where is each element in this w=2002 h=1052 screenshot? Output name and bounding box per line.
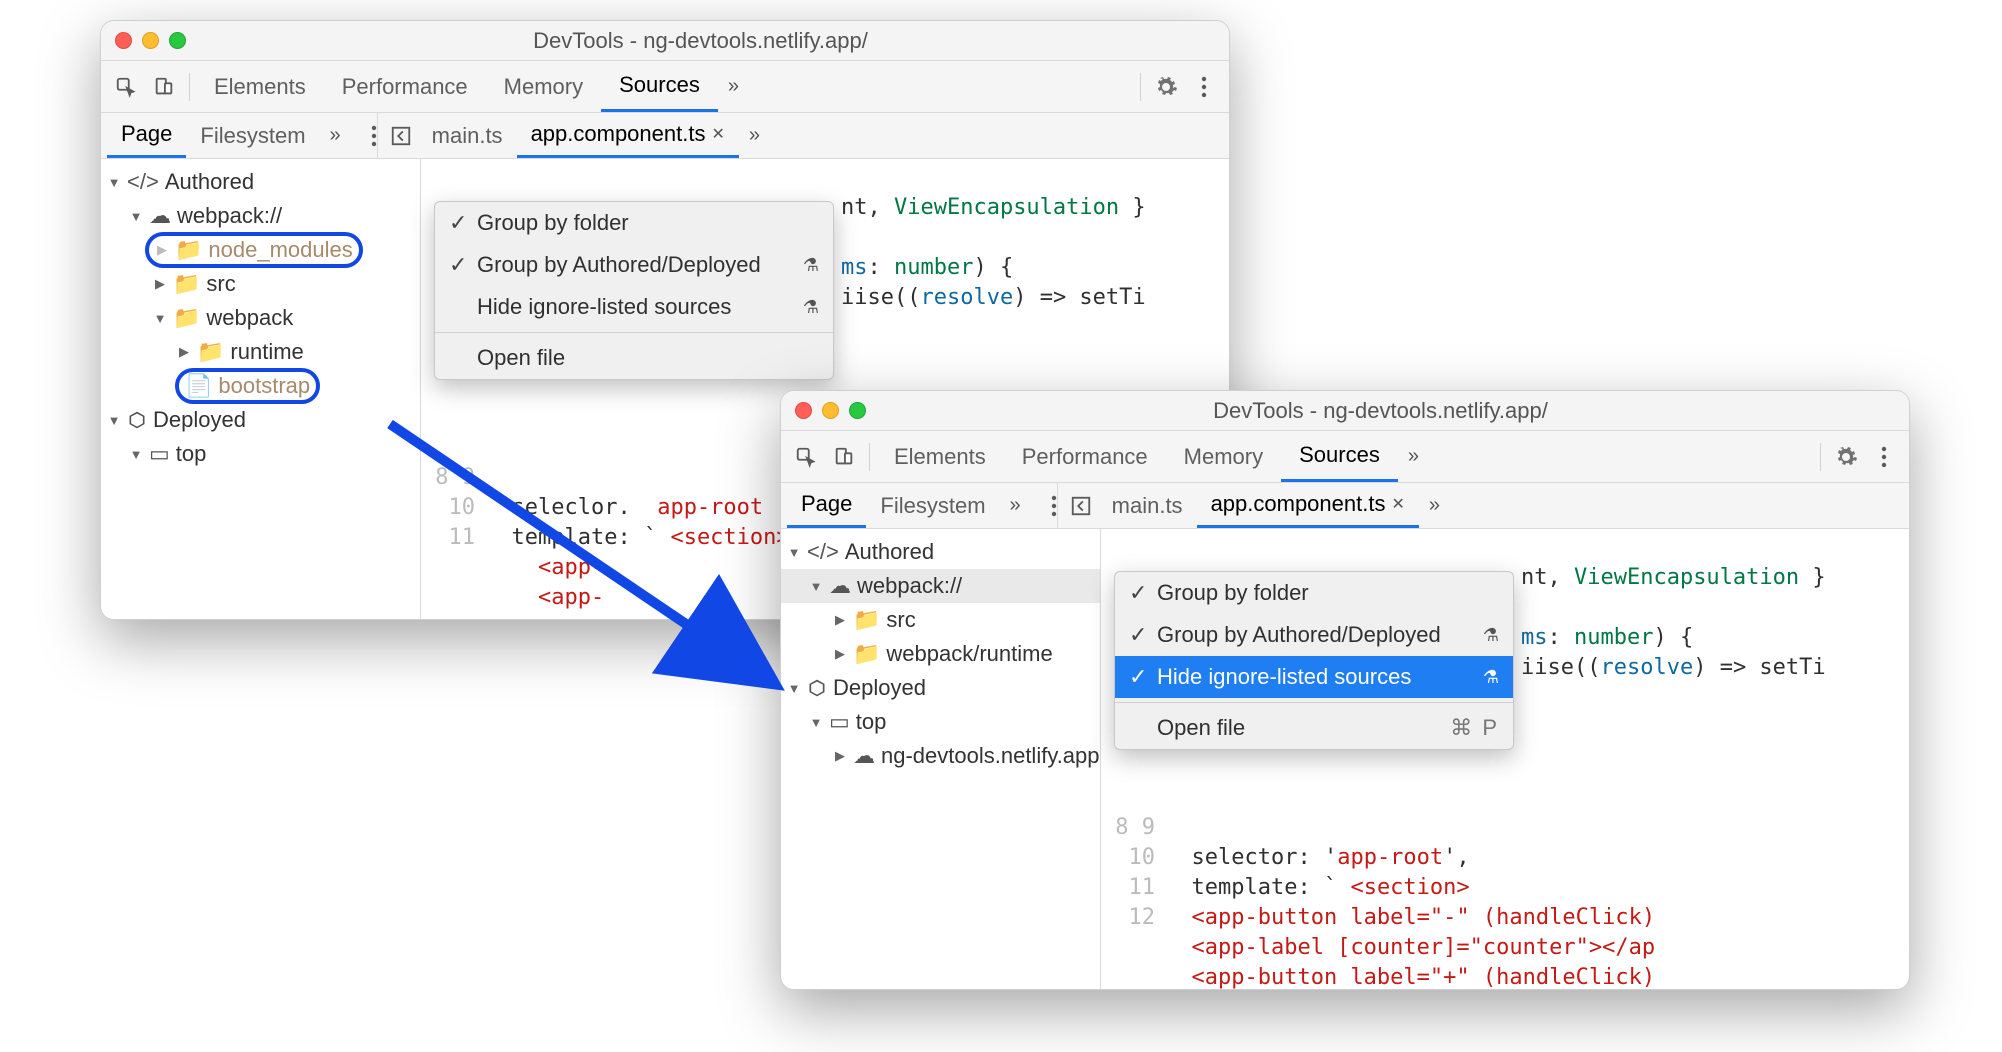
subtab-page[interactable]: Page <box>787 483 866 528</box>
subtab-more-chevron[interactable]: » <box>320 124 351 147</box>
minimize-window-button[interactable] <box>822 402 839 419</box>
file-tree: ▼</>Authored ▼☁webpack:// ▶📁node_modules… <box>101 159 421 619</box>
highlight-bootstrap: 📄bootstrap <box>175 368 320 404</box>
menu-hide-ignored[interactable]: Hide ignore-listed sources⚗ <box>435 286 833 328</box>
tab-performance[interactable]: Performance <box>324 61 486 112</box>
tree-runtime[interactable]: ▶📁runtime <box>101 335 420 369</box>
more-tabs-chevron[interactable]: » <box>718 75 749 98</box>
flask-experiment-icon: ⚗ <box>1483 667 1499 688</box>
nav-prev-icon[interactable] <box>1064 489 1098 523</box>
tree-webpack-folder[interactable]: ▼📁webpack <box>101 301 420 335</box>
menu-group-by-folder[interactable]: ✓Group by folder <box>1115 572 1513 614</box>
settings-gear-icon[interactable] <box>1147 68 1185 106</box>
filetab-app-component[interactable]: app.component.ts✕ <box>517 113 739 158</box>
tree-context-menu: ✓Group by folder ✓Group by Authored/Depl… <box>434 201 834 380</box>
tree-authored[interactable]: ▼</>Authored <box>101 165 420 199</box>
menu-shortcut: ⌘ P <box>1450 715 1499 741</box>
tree-authored[interactable]: ▼</>Authored <box>781 535 1100 569</box>
sources-subtabs: Page Filesystem » main.ts app.component.… <box>781 483 1909 529</box>
filetab-main[interactable]: main.ts <box>418 113 517 158</box>
tab-elements[interactable]: Elements <box>196 61 324 112</box>
main-tabbar: Elements Performance Memory Sources » <box>781 431 1909 483</box>
status-bar: Line 2, Column 1 (From main.da63f7b2fe3f… <box>781 989 1909 990</box>
tree-top[interactable]: ▼▭top <box>101 437 420 471</box>
close-window-button[interactable] <box>795 402 812 419</box>
settings-gear-icon[interactable] <box>1827 438 1865 476</box>
window-title: DevTools - ng-devtools.netlify.app/ <box>866 398 1895 424</box>
subtab-filesystem[interactable]: Filesystem <box>186 113 319 158</box>
menu-group-by-authored[interactable]: ✓Group by Authored/Deployed⚗ <box>1115 614 1513 656</box>
flask-experiment-icon: ⚗ <box>1483 625 1499 646</box>
tree-deployed[interactable]: ▼Deployed <box>101 403 420 437</box>
tree-top[interactable]: ▼▭top <box>781 705 1100 739</box>
close-window-button[interactable] <box>115 32 132 49</box>
highlight-node-modules: ▶📁node_modules <box>145 232 363 268</box>
tab-memory[interactable]: Memory <box>1166 431 1281 482</box>
maximize-window-button[interactable] <box>849 402 866 419</box>
line-gutter: 8 9 10 11 12 <box>1101 809 1165 989</box>
tree-context-menu: ✓Group by folder ✓Group by Authored/Depl… <box>1114 571 1514 750</box>
more-tabs-chevron[interactable]: » <box>1398 445 1429 468</box>
filetab-main[interactable]: main.ts <box>1098 483 1197 528</box>
nav-prev-icon[interactable] <box>384 119 418 153</box>
tree-webpack-runtime[interactable]: ▶📁webpack/runtime <box>781 637 1100 671</box>
menu-open-file[interactable]: Open file <box>435 337 833 379</box>
tab-memory[interactable]: Memory <box>486 61 601 112</box>
flask-experiment-icon: ⚗ <box>803 255 819 276</box>
tab-performance[interactable]: Performance <box>1004 431 1166 482</box>
tree-webpack-root[interactable]: ▼☁webpack:// <box>781 569 1100 603</box>
main-tabbar: Elements Performance Memory Sources » <box>101 61 1229 113</box>
devtools-window-after: DevTools - ng-devtools.netlify.app/ Elem… <box>780 390 1910 990</box>
more-vert-icon[interactable] <box>1865 438 1903 476</box>
flask-experiment-icon: ⚗ <box>803 297 819 318</box>
filetab-app-component[interactable]: app.component.ts✕ <box>1197 483 1419 528</box>
line-gutter: 8 9 10 11 <box>421 459 485 619</box>
tree-src[interactable]: ▶📁src <box>101 267 420 301</box>
device-toolbar-icon[interactable] <box>825 438 863 476</box>
tree-node-modules[interactable]: ▶📁node_modules <box>101 233 420 267</box>
close-tab-icon[interactable]: ✕ <box>1391 494 1404 514</box>
tab-sources[interactable]: Sources <box>601 61 718 112</box>
close-tab-icon[interactable]: ✕ <box>711 124 724 144</box>
more-vert-icon[interactable] <box>1185 68 1223 106</box>
device-toolbar-icon[interactable] <box>145 68 183 106</box>
minimize-window-button[interactable] <box>142 32 159 49</box>
sources-subtabs: Page Filesystem » main.ts app.component.… <box>101 113 1229 159</box>
file-tree: ▼</>Authored ▼☁webpack:// ▶📁src ▶📁webpac… <box>781 529 1101 989</box>
maximize-window-button[interactable] <box>169 32 186 49</box>
menu-group-by-folder[interactable]: ✓Group by folder <box>435 202 833 244</box>
traffic-lights <box>795 402 866 419</box>
tree-bootstrap[interactable]: 📄bootstrap <box>101 369 420 403</box>
menu-hide-ignored[interactable]: ✓Hide ignore-listed sources⚗ <box>1115 656 1513 698</box>
subtab-more-chevron[interactable]: » <box>1000 494 1031 517</box>
subtab-page[interactable]: Page <box>107 113 186 158</box>
traffic-lights <box>115 32 186 49</box>
inspect-element-icon[interactable] <box>107 68 145 106</box>
window-title: DevTools - ng-devtools.netlify.app/ <box>186 28 1215 54</box>
tab-elements[interactable]: Elements <box>876 431 1004 482</box>
titlebar: DevTools - ng-devtools.netlify.app/ <box>101 21 1229 61</box>
tree-src[interactable]: ▶📁src <box>781 603 1100 637</box>
filetab-more-chevron[interactable]: » <box>1419 494 1450 517</box>
inspect-element-icon[interactable] <box>787 438 825 476</box>
tab-sources[interactable]: Sources <box>1281 431 1398 482</box>
tree-domain[interactable]: ▶☁ng-devtools.netlify.app <box>781 739 1100 773</box>
menu-group-by-authored[interactable]: ✓Group by Authored/Deployed⚗ <box>435 244 833 286</box>
tree-deployed[interactable]: ▼Deployed <box>781 671 1100 705</box>
tree-webpack-root[interactable]: ▼☁webpack:// <box>101 199 420 233</box>
titlebar: DevTools - ng-devtools.netlify.app/ <box>781 391 1909 431</box>
subtab-filesystem[interactable]: Filesystem <box>866 483 999 528</box>
filetab-more-chevron[interactable]: » <box>739 124 770 147</box>
menu-open-file[interactable]: Open file⌘ P <box>1115 707 1513 749</box>
